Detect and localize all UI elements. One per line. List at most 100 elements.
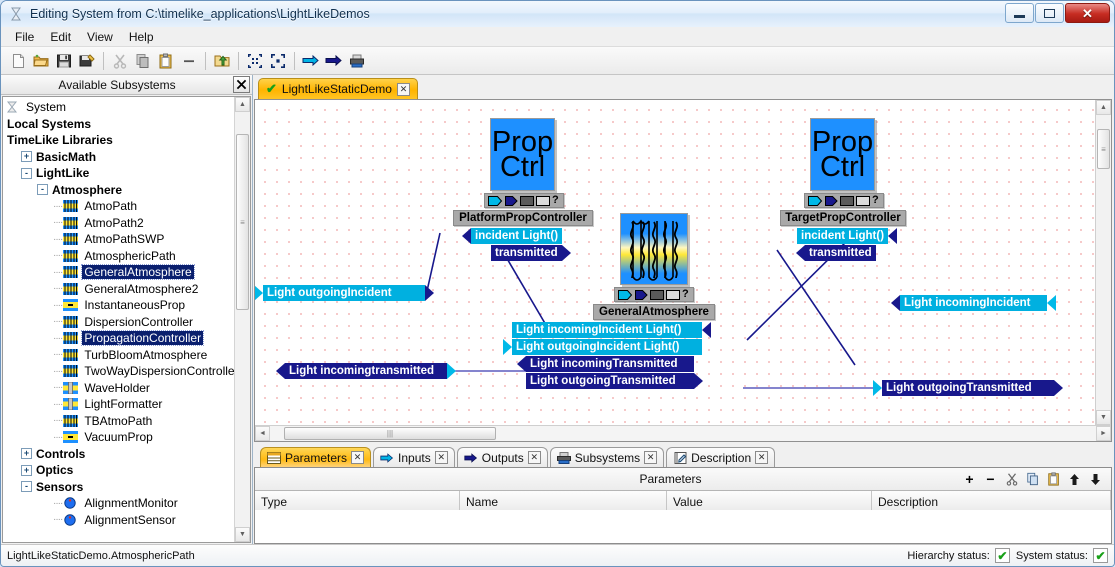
- canvas-scroll-down-arrow[interactable]: ▼: [1096, 410, 1111, 425]
- port-atmo-outgoing-transmitted[interactable]: Light outgoingTransmitted: [526, 373, 703, 389]
- help-question-icon[interactable]: ?: [682, 289, 689, 300]
- tree-item-local-systems[interactable]: Local Systems: [5, 116, 234, 133]
- run-step-icon[interactable]: [300, 50, 322, 72]
- tree-item-waveholder[interactable]: ···· WaveHolder: [5, 380, 234, 397]
- block-generalatmosphere[interactable]: ? GeneralAtmosphere Light incomingIncide…: [503, 213, 715, 392]
- help-question-icon[interactable]: ?: [552, 195, 559, 206]
- canvas-hscroll-track[interactable]: |||: [270, 426, 1096, 441]
- panel-close-button[interactable]: [233, 76, 250, 93]
- tree-item-lightformatter[interactable]: ···· LightFormatter: [5, 396, 234, 413]
- port-target-incident[interactable]: incident Light(): [797, 228, 898, 244]
- paste-icon[interactable]: [155, 50, 177, 72]
- cut-icon[interactable]: [1002, 470, 1021, 489]
- tree-item-alignmentmonitor[interactable]: ···· AlignmentMonitor: [5, 495, 234, 512]
- tree-item-sensors[interactable]: - Sensors: [5, 479, 234, 496]
- tab-subsystems[interactable]: Subsystems ✕: [549, 447, 665, 467]
- block-port-strip[interactable]: ?: [804, 193, 884, 208]
- column-header-value[interactable]: Value: [667, 491, 872, 510]
- tab-close-icon[interactable]: ✕: [351, 451, 365, 464]
- menu-edit[interactable]: Edit: [42, 28, 79, 46]
- canvas-scroll-track[interactable]: ≡: [1096, 115, 1111, 410]
- port-left-outgoing-incident[interactable]: Light outgoingIncident: [255, 285, 434, 301]
- run-icon[interactable]: [323, 50, 345, 72]
- canvas-hscroll-thumb[interactable]: |||: [284, 427, 496, 440]
- save-icon[interactable]: [53, 50, 75, 72]
- tab-description[interactable]: Description ✕: [666, 447, 776, 467]
- canvas-vertical-scrollbar[interactable]: ▲ ≡ ▼: [1095, 100, 1111, 425]
- block-targetpropcontroller[interactable]: Prop Ctrl ? TargetPropController inciden…: [773, 118, 906, 264]
- remove-icon[interactable]: −: [981, 470, 1000, 489]
- block-platformpropcontroller[interactable]: Prop Ctrl ? PlatformPropController incid…: [453, 118, 593, 264]
- menu-help[interactable]: Help: [121, 28, 162, 46]
- scroll-track[interactable]: ≡: [235, 112, 250, 527]
- tab-close-icon[interactable]: ✕: [755, 451, 769, 464]
- print-icon[interactable]: [346, 50, 368, 72]
- expand-icon[interactable]: +: [21, 448, 32, 460]
- port-right-incoming-incident[interactable]: Light incomingIncident: [891, 295, 1056, 311]
- scroll-up-arrow[interactable]: ▲: [235, 97, 250, 112]
- port-right-outgoing-transmitted[interactable]: Light outgoingTransmitted: [873, 380, 1063, 396]
- collapse-icon[interactable]: -: [37, 184, 48, 196]
- tab-close-icon[interactable]: ✕: [644, 451, 658, 464]
- column-header-name[interactable]: Name: [460, 491, 667, 510]
- canvas-horizontal-scrollbar[interactable]: ◄ ||| ►: [255, 425, 1111, 441]
- tree-item-atmopath2[interactable]: ···· AtmoPath2: [5, 215, 234, 232]
- tree-item-instantaneousprop[interactable]: ···· InstantaneousProp: [5, 297, 234, 314]
- cut-icon[interactable]: [109, 50, 131, 72]
- delete-icon[interactable]: [178, 50, 200, 72]
- canvas-scroll-left-arrow[interactable]: ◄: [255, 426, 270, 441]
- canvas-scroll-right-arrow[interactable]: ►: [1096, 426, 1111, 441]
- tree-item-dispersioncontroller[interactable]: ···· DispersionController: [5, 314, 234, 331]
- tab-inputs[interactable]: Inputs ✕: [373, 447, 455, 467]
- add-icon[interactable]: +: [960, 470, 979, 489]
- canvas-tab-lightlikestaticdemo[interactable]: ✔ LightLikeStaticDemo ✕: [258, 78, 418, 99]
- open-folder-icon[interactable]: [30, 50, 52, 72]
- tab-outputs[interactable]: Outputs ✕: [456, 447, 548, 467]
- maximize-button[interactable]: [1035, 3, 1064, 23]
- tree-item-atmopathswp[interactable]: ···· AtmoPathSWP: [5, 231, 234, 248]
- canvas-tab-close-icon[interactable]: ✕: [396, 82, 410, 96]
- paste-icon[interactable]: [1044, 470, 1063, 489]
- tree-item-alignmentsensor[interactable]: ···· AlignmentSensor: [5, 512, 234, 529]
- block-port-strip[interactable]: ?: [484, 193, 564, 208]
- tree-item-generalatmosphere[interactable]: ···· GeneralAtmosphere: [5, 264, 234, 281]
- collapse-icon[interactable]: -: [21, 167, 32, 179]
- parameters-table-body[interactable]: [255, 510, 1111, 543]
- port-platform-incident[interactable]: incident Light(): [462, 228, 563, 244]
- tree-item-turbbloomatmosphere[interactable]: ···· TurbBloomAtmosphere: [5, 347, 234, 364]
- tree-item-optics[interactable]: + Optics: [5, 462, 234, 479]
- tree-item-propagationcontroller[interactable]: ···· PropagationController: [5, 330, 234, 347]
- tree-item-tbatmopath[interactable]: ···· TBAtmoPath: [5, 413, 234, 430]
- diagram-canvas[interactable]: Prop Ctrl ? PlatformPropController incid…: [255, 100, 1095, 425]
- zoom-expand-icon[interactable]: [267, 50, 289, 72]
- block-port-strip[interactable]: ?: [614, 287, 694, 302]
- tree-item-twowaydispersioncontroller[interactable]: ···· TwoWayDispersionController: [5, 363, 234, 380]
- menu-view[interactable]: View: [79, 28, 121, 46]
- column-header-description[interactable]: Description: [872, 491, 1111, 510]
- tree-item-generalatmosphere2[interactable]: ···· GeneralAtmosphere2: [5, 281, 234, 298]
- save-all-icon[interactable]: [76, 50, 98, 72]
- move-up-icon[interactable]: [1065, 470, 1084, 489]
- tab-parameters[interactable]: Parameters ✕: [260, 447, 372, 467]
- column-header-type[interactable]: Type: [255, 491, 460, 510]
- menu-file[interactable]: File: [7, 28, 42, 46]
- tree-item-atmosphericpath[interactable]: ···· AtmosphericPath: [5, 248, 234, 265]
- scroll-thumb[interactable]: ≡: [236, 134, 249, 310]
- export-folder-icon[interactable]: [211, 50, 233, 72]
- tree-item-timelike-libraries[interactable]: TimeLike Libraries: [5, 132, 234, 149]
- port-platform-transmitted[interactable]: transmitted: [491, 245, 571, 261]
- canvas-scroll-thumb[interactable]: ≡: [1097, 129, 1110, 169]
- tree-item-controls[interactable]: + Controls: [5, 446, 234, 463]
- tab-close-icon[interactable]: ✕: [434, 451, 448, 464]
- tree-item-system[interactable]: System: [5, 99, 234, 116]
- port-target-transmitted[interactable]: transmitted: [796, 245, 876, 261]
- help-question-icon[interactable]: ?: [872, 195, 879, 206]
- tree-item-atmopath[interactable]: ···· AtmoPath: [5, 198, 234, 215]
- tree-item-vacuumprop[interactable]: ···· VacuumProp: [5, 429, 234, 446]
- tree-item-lightlike[interactable]: - LightLike: [5, 165, 234, 182]
- port-atmo-incoming-incident[interactable]: Light incomingIncident Light(): [512, 322, 711, 338]
- expand-icon[interactable]: +: [21, 464, 32, 476]
- tree-vertical-scrollbar[interactable]: ▲ ≡ ▼: [234, 97, 250, 542]
- minimize-button[interactable]: [1005, 3, 1034, 23]
- port-atmo-outgoing-incident[interactable]: Light outgoingIncident Light(): [503, 339, 702, 355]
